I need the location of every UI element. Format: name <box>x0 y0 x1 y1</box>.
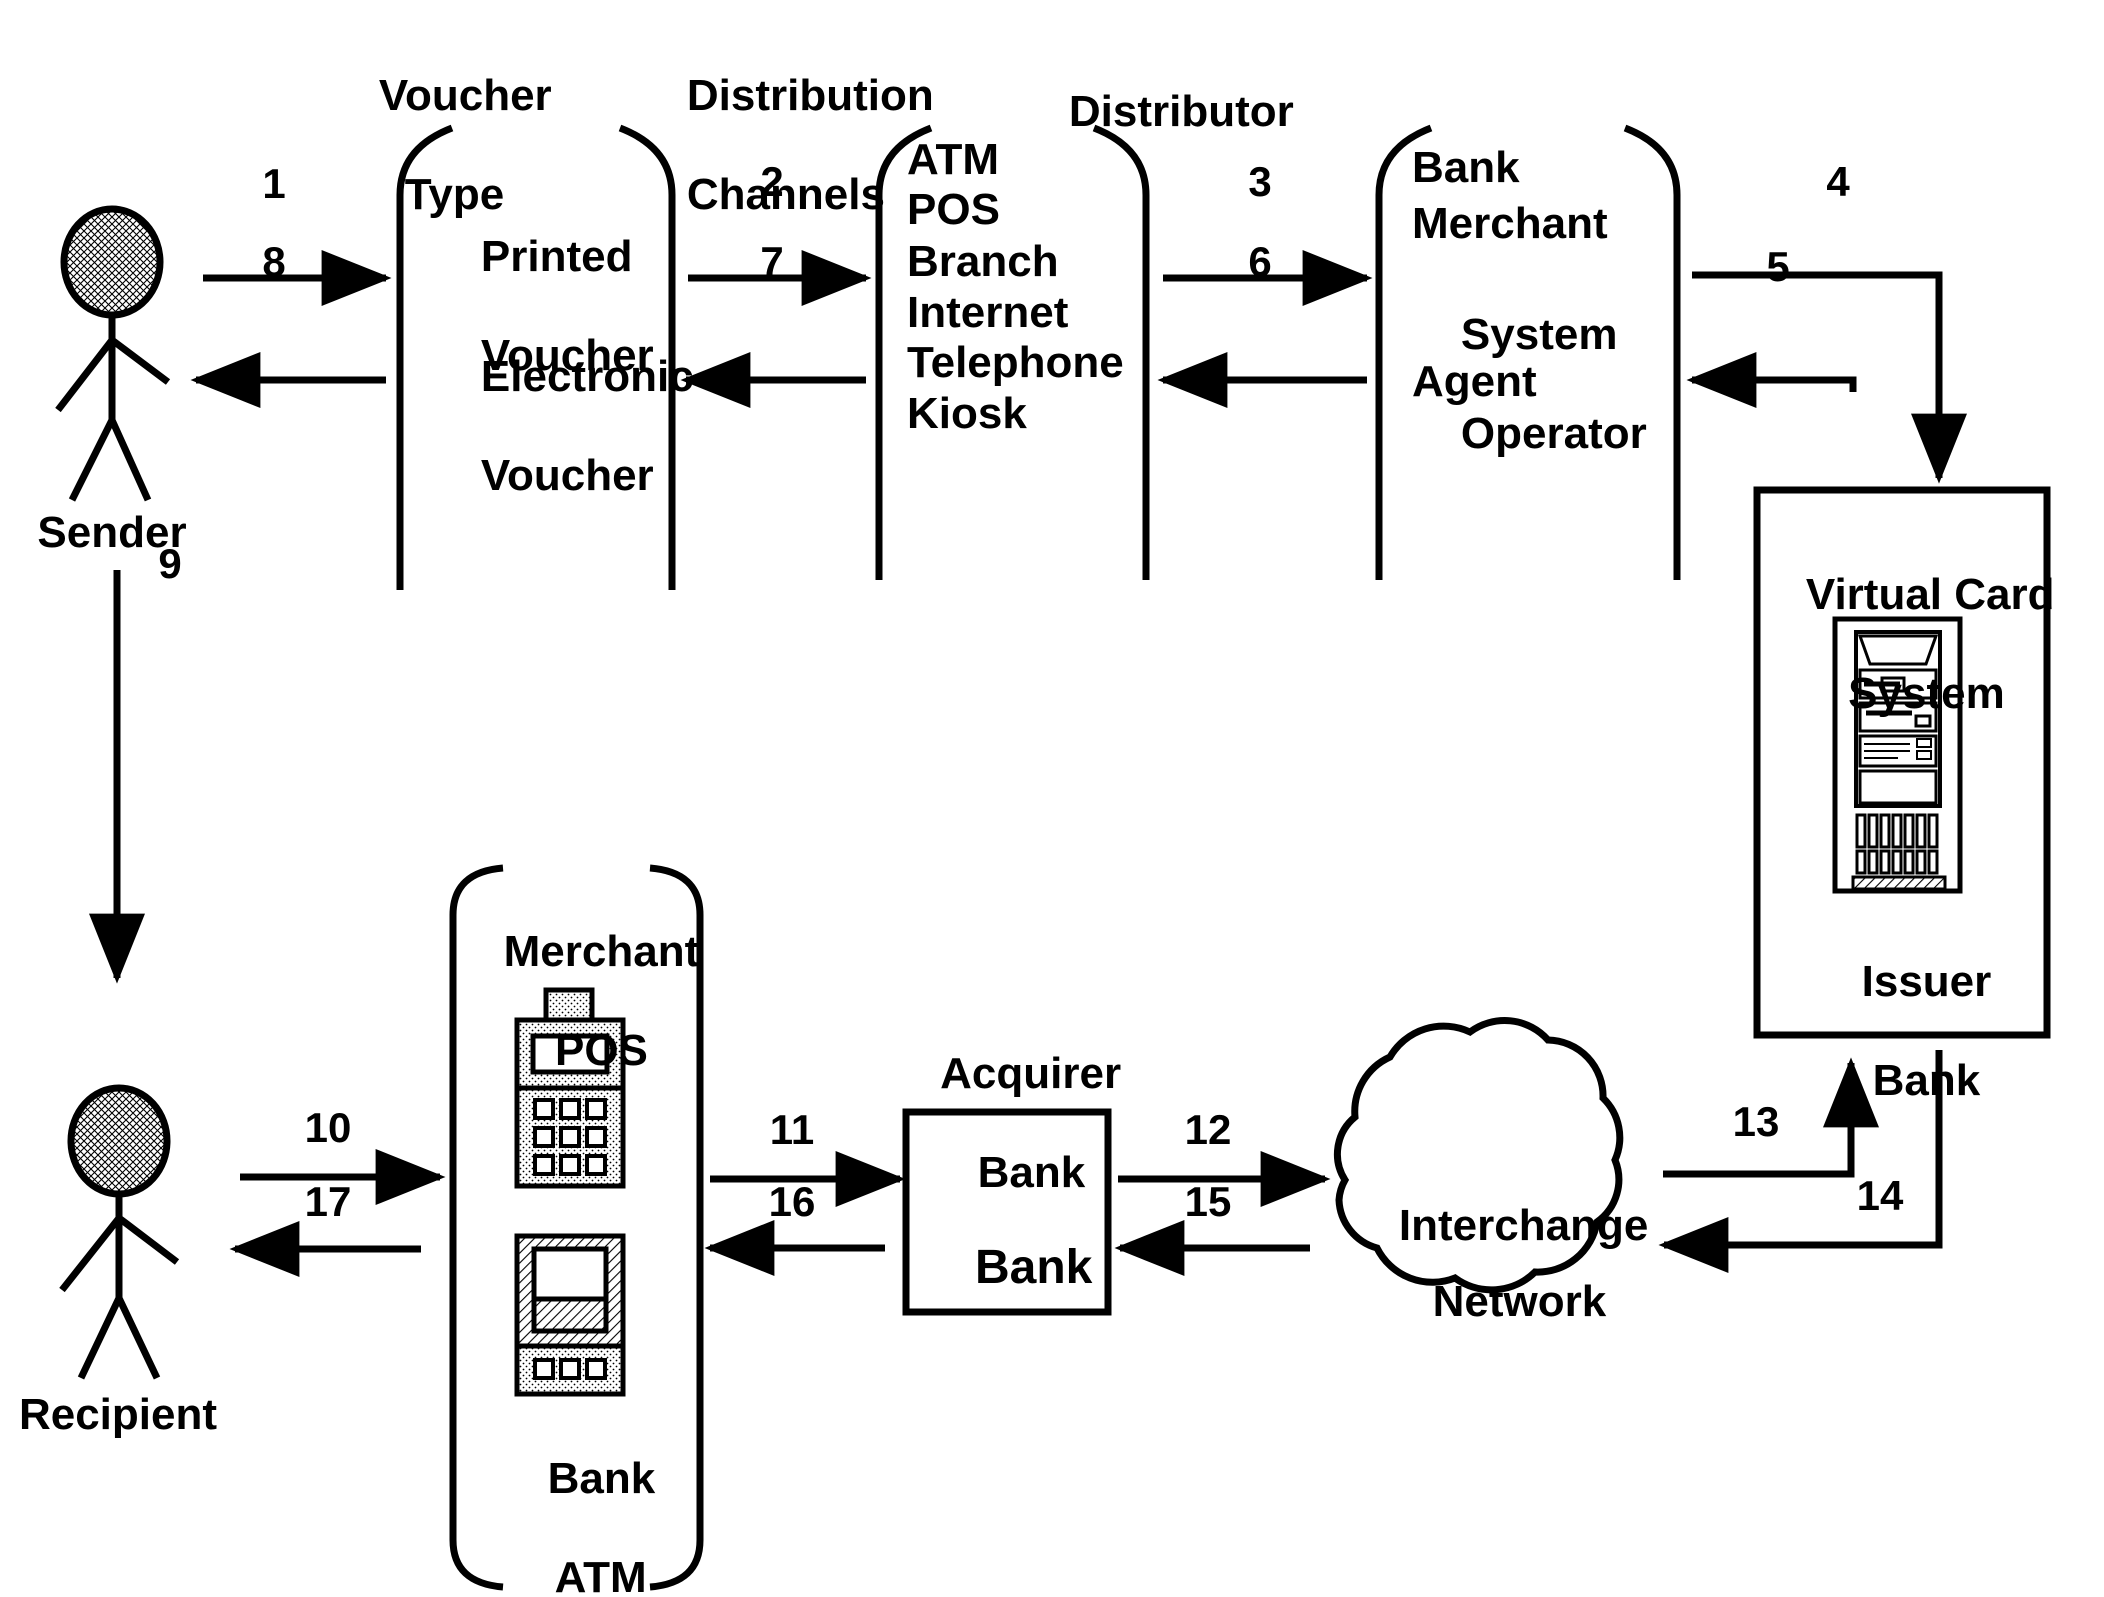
distributor-title-line1: Distributor <box>1068 87 1294 137</box>
interchange-network-label-line2: Network <box>1432 1277 1607 1327</box>
flow-label-11: 11 <box>769 1106 815 1153</box>
flow-label-9: 9 <box>158 540 182 587</box>
flow-label-8: 8 <box>262 238 286 285</box>
distribution-channels-title: Distribution Channels <box>638 22 934 268</box>
flow-label-1: 1 <box>262 160 286 207</box>
flow-label-3: 3 <box>1248 158 1272 205</box>
flow-label-15: 15 <box>1184 1178 1232 1225</box>
arrow-5 <box>1686 352 1857 408</box>
flow-label-2: 2 <box>760 158 784 205</box>
recipient-figure <box>59 1084 180 1380</box>
flow-label-16: 16 <box>768 1178 816 1225</box>
flow-label-7: 7 <box>760 238 784 285</box>
patent-flow-diagram: Voucher Type Distribution Channels Distr… <box>0 0 2104 1597</box>
channel-item-atm: ATM <box>907 135 1000 184</box>
voucher-type-item-electronic: Electronic Voucher <box>480 352 694 500</box>
issuer-bank-label: Issuer Bank <box>1861 957 1992 1105</box>
atm-machine-icon <box>514 1233 626 1397</box>
flow-label-13: 13 <box>1732 1098 1780 1145</box>
arrow-4 <box>1692 271 1967 484</box>
acquirer-bank-inner-label: Bank <box>974 1240 1093 1294</box>
voucher-type-title-line1: Voucher <box>378 71 552 121</box>
bank-atm-label: Bank ATM <box>547 1454 656 1597</box>
virtual-card-system-label: Virtual Card System <box>1805 570 2055 718</box>
flow-label-6: 6 <box>1248 238 1272 285</box>
distributor-item-bank: Bank <box>1412 143 1520 192</box>
flow-label-12: 12 <box>1184 1106 1232 1153</box>
recipient-label: Recipient <box>18 1390 218 1439</box>
channel-item-internet: Internet <box>907 288 1069 337</box>
flow-label-5: 5 <box>1766 243 1790 290</box>
channel-item-branch: Branch <box>907 237 1059 286</box>
channel-item-pos: POS <box>907 185 1000 234</box>
channel-item-telephone: Telephone <box>907 338 1124 387</box>
sender-figure <box>55 205 171 502</box>
distributor-item-merchant: Merchant <box>1412 199 1608 248</box>
flow-label-17: 17 <box>304 1178 352 1225</box>
flow-label-10: 10 <box>304 1104 352 1151</box>
flow-label-4: 4 <box>1826 158 1850 205</box>
distributor-item-agent: Agent <box>1412 357 1537 406</box>
distribution-channels-title-line1: Distribution <box>686 71 934 121</box>
channel-item-kiosk: Kiosk <box>907 389 1027 438</box>
merchant-pos-title: Merchant POS <box>503 927 700 1075</box>
flow-label-14: 14 <box>1856 1172 1904 1219</box>
